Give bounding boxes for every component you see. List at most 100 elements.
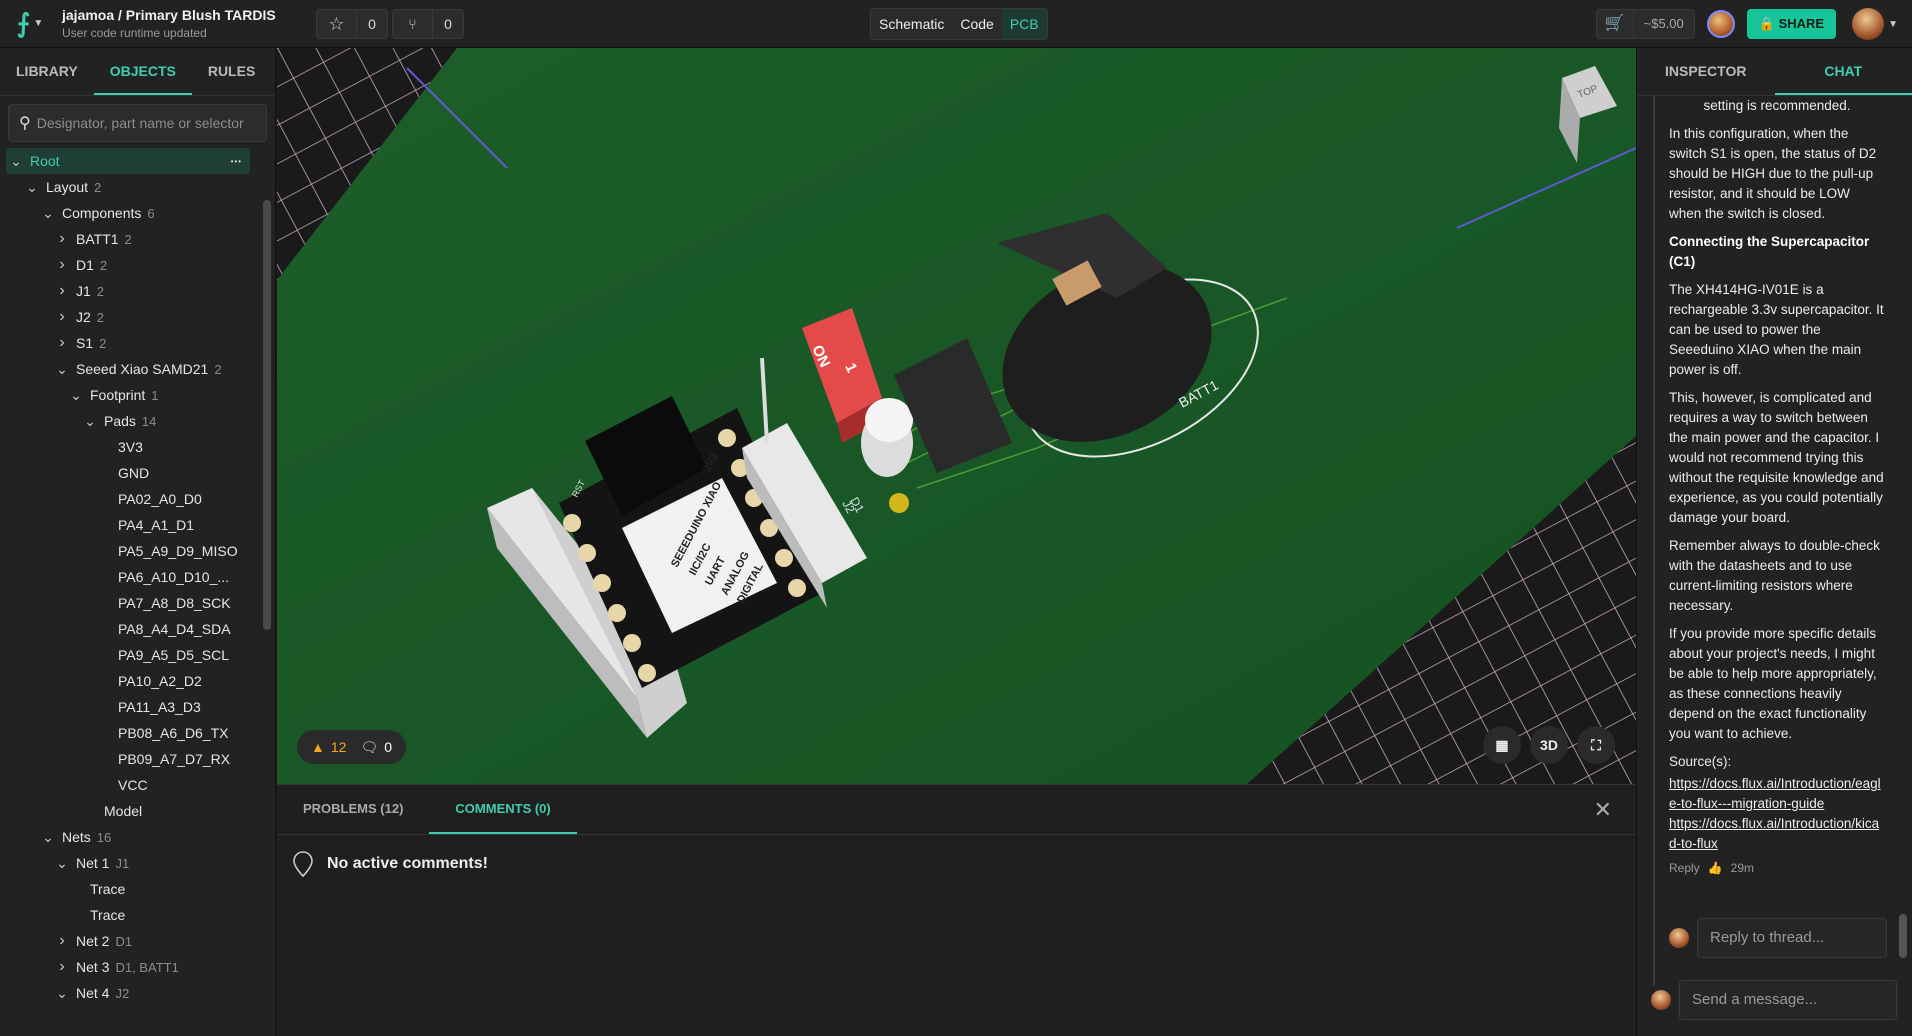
tab-comments[interactable]: COMMENTS (0) bbox=[429, 785, 577, 834]
tree-item-count: J2 bbox=[115, 985, 130, 1001]
tab-rules[interactable]: RULES bbox=[192, 48, 271, 95]
tree-item[interactable]: VCC bbox=[0, 772, 262, 798]
view-3d-button[interactable]: 3D bbox=[1530, 726, 1568, 764]
tree-item[interactable]: PB08_A6_D6_TX bbox=[0, 720, 262, 746]
source-link-2[interactable]: https://docs.flux.ai/Introduction/kicad-… bbox=[1669, 814, 1885, 854]
tree-item[interactable]: ⌄ Layout 2 bbox=[0, 174, 262, 200]
chevron-down-icon[interactable]: ▼ bbox=[1888, 19, 1898, 30]
tree-item-label: Nets bbox=[62, 829, 91, 845]
chevron-right-icon[interactable]: › bbox=[54, 932, 70, 950]
chevron-right-icon[interactable]: › bbox=[54, 308, 70, 326]
tree-item[interactable]: PA11_A3_D3 bbox=[0, 694, 262, 720]
project-title[interactable]: jajamoa / Primary Blush TARDIS bbox=[62, 7, 302, 23]
canvas-status-pill[interactable]: ▲ 12 🗨 0 bbox=[297, 730, 407, 764]
tree-scrollbar[interactable] bbox=[263, 200, 271, 630]
chevron-down-icon[interactable]: ⌄ bbox=[24, 179, 40, 196]
pcb-3d-viewport[interactable]: SEEEDUINO XIAO IIC/I2C UART ANALOG DIGIT… bbox=[277, 48, 1636, 784]
tree-item[interactable]: PA7_A8_D8_SCK bbox=[0, 590, 262, 616]
tree-item[interactable]: ⌄ Seeed Xiao SAMD21 2 bbox=[0, 356, 262, 382]
tree-item[interactable]: PB09_A7_D7_RX bbox=[0, 746, 262, 772]
chevron-down-icon[interactable]: ⌄ bbox=[82, 413, 98, 430]
chevron-down-icon[interactable]: ⌄ bbox=[68, 387, 84, 404]
star-counter[interactable]: ☆ 0 bbox=[316, 8, 388, 39]
tree-item[interactable]: ⌄ Nets 16 bbox=[0, 824, 262, 850]
chevron-down-icon[interactable]: ⌄ bbox=[8, 153, 24, 170]
search-input[interactable] bbox=[36, 115, 247, 131]
chat-scrollbar[interactable] bbox=[1899, 914, 1907, 958]
search-icon: ⚲ bbox=[19, 115, 31, 132]
mode-pcb[interactable]: PCB bbox=[1001, 9, 1047, 39]
tree-item[interactable]: › BATT1 2 bbox=[0, 226, 262, 252]
fork-counter[interactable]: ⑂ 0 bbox=[392, 8, 464, 39]
mode-code[interactable]: Code bbox=[952, 9, 1002, 39]
tree-item[interactable]: PA5_A9_D9_MISO bbox=[0, 538, 262, 564]
chat-message-fragment: setting is recommended. bbox=[1703, 98, 1851, 113]
tree-item[interactable]: PA6_A10_D10_... bbox=[0, 564, 262, 590]
tree-item[interactable]: 3V3 bbox=[0, 434, 262, 460]
tab-chat[interactable]: CHAT bbox=[1774, 48, 1912, 95]
thumbs-up-icon[interactable]: 👍 bbox=[1708, 858, 1723, 878]
cart-button[interactable]: 🛒 bbox=[1595, 9, 1634, 39]
tree-item[interactable]: › Net 2 D1 bbox=[0, 928, 262, 954]
tree-item[interactable]: Trace bbox=[0, 876, 262, 902]
fullscreen-button[interactable]: ⛶ bbox=[1577, 726, 1615, 764]
tree-item[interactable]: PA02_A0_D0 bbox=[0, 486, 262, 512]
tree-item[interactable]: › J2 2 bbox=[0, 304, 262, 330]
grid-toggle-button[interactable]: ▦ bbox=[1483, 726, 1521, 764]
reply-link[interactable]: Reply bbox=[1669, 858, 1700, 878]
tree-item-label: D1 bbox=[76, 257, 94, 273]
tree-item-count: 6 bbox=[147, 205, 155, 221]
tree-item[interactable]: ⌄ Net 4 J2 bbox=[0, 980, 262, 1006]
tree-item-count: 16 bbox=[96, 829, 112, 845]
chevron-down-icon[interactable]: ⌄ bbox=[54, 985, 70, 1002]
chevron-right-icon[interactable]: › bbox=[54, 958, 70, 976]
source-link-1[interactable]: https://docs.flux.ai/Introduction/eagle-… bbox=[1669, 774, 1885, 814]
project-info: jajamoa / Primary Blush TARDIS User code… bbox=[62, 7, 302, 40]
tree-item[interactable]: › S1 2 bbox=[0, 330, 262, 356]
tab-objects[interactable]: OBJECTS bbox=[93, 48, 192, 95]
chevron-right-icon[interactable]: › bbox=[54, 334, 70, 352]
more-options-icon[interactable]: ••• bbox=[231, 157, 242, 166]
tree-item-label: PA8_A4_D4_SDA bbox=[118, 621, 231, 637]
message-input[interactable]: Send a message... bbox=[1679, 980, 1897, 1020]
fullscreen-icon: ⛶ bbox=[1591, 736, 1601, 753]
tree-item[interactable]: ⌄ Components 6 bbox=[0, 200, 262, 226]
user-avatar[interactable] bbox=[1852, 8, 1885, 40]
tree-item[interactable]: Model bbox=[0, 798, 262, 824]
tree-item[interactable]: ⌄ Root ••• bbox=[6, 148, 250, 174]
chat-paragraph-2: The XH414HG-IV01E is a rechargeable 3.3v… bbox=[1669, 282, 1884, 377]
chevron-down-icon[interactable]: ⌄ bbox=[54, 361, 70, 378]
tree-item[interactable]: PA4_A1_D1 bbox=[0, 512, 262, 538]
tree-item[interactable]: › Net 3 D1, BATT1 bbox=[0, 954, 262, 980]
tree-item[interactable]: PA10_A2_D2 bbox=[0, 668, 262, 694]
close-icon[interactable]: ✕ bbox=[1594, 797, 1612, 823]
tree-item[interactable]: › J1 2 bbox=[0, 278, 262, 304]
chevron-right-icon[interactable]: › bbox=[54, 230, 70, 248]
share-button[interactable]: 🔒 SHARE bbox=[1746, 9, 1837, 39]
tree-item[interactable]: ⌄ Net 1 J1 bbox=[0, 850, 262, 876]
tree-item[interactable]: ⌄ Footprint 1 bbox=[0, 382, 262, 408]
tree-item-label: PA6_A10_D10_... bbox=[118, 569, 230, 585]
tab-problems[interactable]: PROBLEMS (12) bbox=[277, 785, 429, 834]
tree-item[interactable]: Trace bbox=[0, 902, 262, 928]
tab-library[interactable]: LIBRARY bbox=[0, 48, 94, 95]
mode-schematic[interactable]: Schematic bbox=[871, 9, 953, 39]
tree-item[interactable]: PA8_A4_D4_SDA bbox=[0, 616, 262, 642]
chevron-down-icon[interactable]: ⌄ bbox=[40, 205, 56, 222]
tree-item[interactable]: PA9_A5_D5_SCL bbox=[0, 642, 262, 668]
reply-input[interactable]: Reply to thread... bbox=[1697, 918, 1887, 958]
chevron-right-icon[interactable]: › bbox=[54, 282, 70, 300]
tree-item[interactable]: GND bbox=[0, 460, 262, 486]
chevron-down-icon[interactable]: ⌄ bbox=[40, 829, 56, 846]
warning-icon: ▲ bbox=[311, 739, 325, 755]
chevron-down-icon[interactable]: ⌄ bbox=[54, 855, 70, 872]
chevron-right-icon[interactable]: › bbox=[54, 256, 70, 274]
tree-item-label: PA9_A5_D5_SCL bbox=[118, 647, 230, 663]
tree-item[interactable]: › D1 2 bbox=[0, 252, 262, 278]
tab-inspector[interactable]: INSPECTOR bbox=[1637, 48, 1775, 95]
tree-item-label: J2 bbox=[76, 309, 91, 325]
bottom-tabs: PROBLEMS (12) COMMENTS (0) bbox=[277, 785, 1636, 835]
tree-item[interactable]: ⌄ Pads 14 bbox=[0, 408, 262, 434]
flux-logo-menu[interactable]: ⨍ ▼ bbox=[0, 0, 60, 48]
collaborator-avatar[interactable] bbox=[1706, 10, 1735, 38]
